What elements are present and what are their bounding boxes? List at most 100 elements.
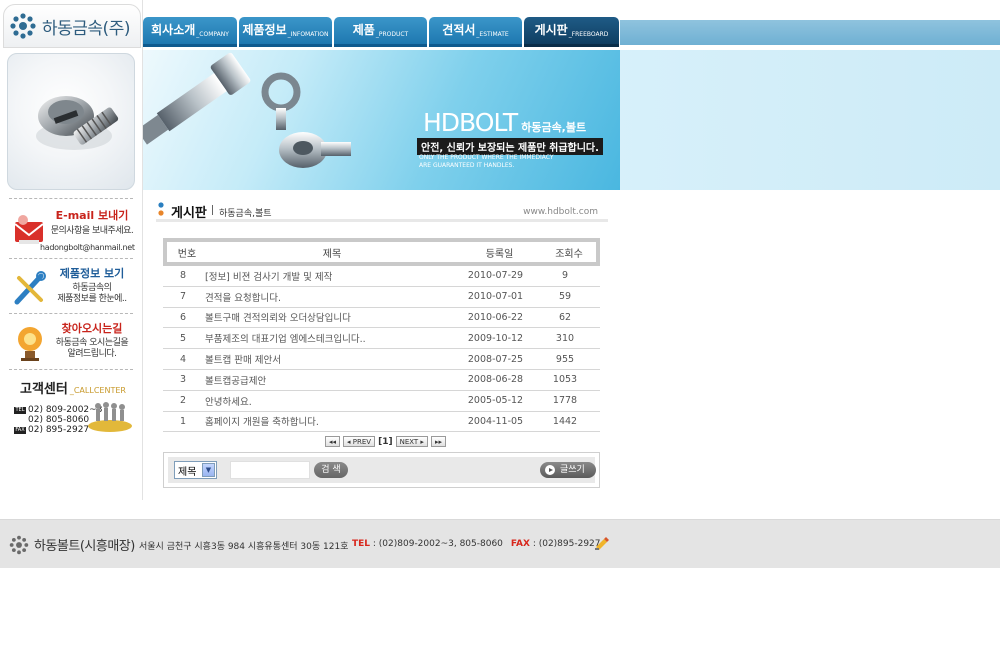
search-field-select[interactable]: 제목 ▼	[174, 461, 217, 479]
banner-slogan: 안전, 신뢰가 보장되는 제품만 취급합니다.	[417, 138, 603, 155]
current-page[interactable]: [1]	[378, 437, 393, 447]
main-nav: 회사소개 _COMPANY 제품정보 _INFOMATION 제품 _PRODUCT …	[143, 17, 1000, 47]
callcenter-title-en: _CALLCENTER	[69, 386, 126, 395]
board-subtitle: 하동금속,볼트	[219, 209, 272, 219]
search-input[interactable]	[230, 461, 310, 479]
title-separator	[212, 205, 213, 215]
people-icon	[88, 402, 132, 432]
table-row[interactable]: 1 홈페이지 개원을 축하합니다. 2004-11-05 1442	[163, 412, 600, 433]
row-no: 7	[179, 291, 187, 303]
next-page-button[interactable]: NEXT ▸	[395, 436, 428, 447]
footer-fax-label: FAX	[510, 539, 530, 549]
row-title-link[interactable]: 볼트캡공급제안	[203, 373, 453, 387]
nav-tab-company[interactable]: 회사소개 _COMPANY	[143, 17, 237, 47]
directions-title: 찾아오시는길	[61, 322, 123, 335]
play-icon	[545, 465, 555, 475]
row-date: 2004-11-05	[467, 415, 524, 427]
column-header-views: 조회수	[555, 248, 583, 260]
footer-tel-value: : (02)809-2002~3, 805-8060	[370, 539, 503, 549]
search-button[interactable]: 검 색	[314, 462, 348, 478]
last-page-button[interactable]: ▸▸	[430, 436, 446, 447]
row-views: 1053	[552, 374, 578, 386]
fax-tag: FAX	[14, 427, 26, 434]
table-row[interactable]: 7 견적을 요청합니다. 2010-07-01 59	[163, 287, 600, 308]
table-row[interactable]: 3 볼트캡공급제안 2008-06-28 1053	[163, 370, 600, 391]
footer: 하동볼트(시흥매장) 서울시 금천구 시흥3동 984 시흥유통센터 30동 1…	[0, 519, 1000, 568]
callcenter-fax: 02) 895-2927	[28, 425, 90, 435]
table-row[interactable]: 5 부품제조의 대표기업 엠에스테크입니다.. 2009-10-12 310	[163, 328, 600, 350]
product-info-desc-1: 하동금속의	[72, 283, 112, 293]
row-title-link[interactable]: 볼트구매 견적의뢰와 오더상담입니다	[203, 310, 453, 324]
footer-fax-value: : (02)895-2927	[529, 539, 601, 549]
row-date: 2010-07-01	[467, 291, 524, 303]
footer-brand: 하동볼트(시흥매장)	[34, 539, 135, 554]
email-title: E-mail 보내기	[55, 209, 129, 222]
table-row[interactable]: 6 볼트구매 견적의뢰와 오더상담입니다 2010-06-22 62	[163, 308, 600, 329]
nav-tab-sublabel: _FREEBOARD	[568, 31, 609, 38]
nav-tab-information[interactable]: 제품정보 _INFOMATION	[239, 17, 332, 47]
search-bar: 제목 ▼ 검 색 글쓰기	[163, 452, 600, 488]
row-title-link[interactable]: [정보] 비젼 검사기 개발 및 제작	[203, 269, 453, 283]
nav-tab-sublabel: _INFOMATION	[287, 31, 329, 38]
row-views: 1442	[552, 415, 578, 427]
table-row[interactable]: 8 [정보] 비젼 검사기 개발 및 제작 2010-07-29 9	[163, 266, 600, 287]
search-bar-inner: 제목 ▼ 검 색 글쓰기	[168, 457, 596, 483]
write-button[interactable]: 글쓰기	[540, 462, 596, 478]
chevron-down-icon: ▼	[202, 463, 215, 477]
site-logo[interactable]: 하동금속(주)	[3, 4, 141, 48]
footer-tel-label: TEL	[352, 539, 371, 549]
hexagon-logo-icon	[10, 13, 36, 39]
callcenter-tel-2: 02) 805-8060	[28, 415, 90, 425]
table-row[interactable]: 4 볼트캡 판매 제안서 2008-07-25 955	[163, 349, 600, 370]
directions-desc-2: 알려드립니다.	[67, 349, 117, 359]
nav-tab-sublabel: _ESTIMATE	[476, 31, 509, 38]
nav-fill-bar	[620, 20, 1000, 45]
nav-tab-estimate[interactable]: 견적서 _ESTIMATE	[429, 17, 522, 47]
banner-image: HDBOLT 하동금속,볼트 안전, 신뢰가 보장되는 제품만 취급합니다. ON…	[143, 50, 620, 190]
row-date: 2008-06-28	[467, 374, 524, 386]
row-title-link[interactable]: 견적을 요청합니다.	[203, 290, 453, 304]
product-info-title: 제품정보 보기	[59, 267, 125, 280]
row-date: 2009-10-12	[467, 332, 524, 344]
banner-brand: HDBOLT 하동금속,볼트	[423, 108, 586, 137]
bolt-icon	[36, 96, 119, 150]
row-no: 3	[179, 374, 187, 386]
nav-tab-label: 제품	[352, 23, 375, 37]
product-info-quicklink[interactable]: 제품정보 보기 하동금속의 제품정보를 한눈에..	[9, 262, 133, 318]
left-sidebar: 하동금속(주) E-mail 보내기 문의사항을 보내주세요. hadongbo…	[0, 0, 143, 500]
callcenter-title-ko: 고객센터	[20, 382, 68, 397]
row-views: 955	[555, 353, 575, 365]
nav-tab-label: 견적서	[442, 23, 476, 37]
row-no: 4	[179, 353, 187, 365]
nav-tab-label: 게시판	[534, 23, 568, 37]
lamp-icon	[18, 327, 42, 361]
directions-quicklink[interactable]: 찾아오시는길 하동금속 오시는길을 알려드립니다.	[9, 317, 133, 373]
nav-tab-product[interactable]: 제품 _PRODUCT	[334, 17, 427, 47]
banner-english: ONLY THE PRODUCT WHERE THE IMMEDIACY ARE…	[419, 154, 554, 170]
row-views: 62	[558, 311, 572, 323]
table-row[interactable]: 2 안녕하세요. 2005-05-12 1778	[163, 391, 600, 412]
row-no: 5	[179, 332, 187, 344]
site-url: www.hdbolt.com	[523, 207, 598, 217]
row-title-link[interactable]: 홈페이지 개원을 축하합니다.	[203, 414, 453, 428]
email-desc: 문의사항을 보내주세요.	[50, 226, 134, 236]
row-date: 2005-05-12	[467, 395, 524, 407]
footer-address: 서울시 금천구 시흥3동 984 시흥유통센터 30동 121호	[139, 542, 349, 552]
directions-desc-1: 하동금속 오시는길을	[55, 338, 129, 348]
row-no: 2	[179, 395, 187, 407]
pagination: ◂◂ ◂ PREV [1] NEXT ▸ ▸▸	[325, 434, 449, 449]
pencil-icon[interactable]	[594, 535, 610, 551]
row-title-link[interactable]: 볼트캡 판매 제안서	[203, 352, 453, 366]
prev-page-button[interactable]: ◂ PREV	[343, 436, 376, 447]
banner-english-line-1: ONLY THE PRODUCT WHERE THE IMMEDIACY	[419, 154, 554, 161]
nav-tab-freeboard[interactable]: 게시판 _FREEBOARD	[524, 17, 619, 47]
row-title-link[interactable]: 안녕하세요.	[203, 394, 453, 408]
email-address[interactable]: hadongbolt@hanmail.net	[40, 243, 135, 252]
first-page-button[interactable]: ◂◂	[325, 436, 341, 447]
tel-tag: TEL	[14, 407, 26, 414]
row-title-link[interactable]: 부품제조의 대표기업 엠에스테크입니다..	[203, 331, 453, 345]
tools-icon	[14, 271, 46, 305]
nav-tab-label: 제품정보	[242, 23, 287, 37]
callcenter-title: 고객센터 _CALLCENTER	[20, 378, 126, 397]
nav-tab-sublabel: _PRODUCT	[375, 31, 409, 38]
